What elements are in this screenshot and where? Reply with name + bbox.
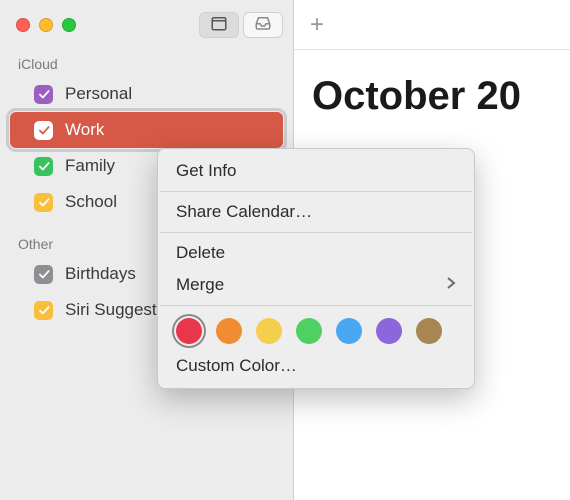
month-title: October 20 [312, 74, 521, 119]
calendar-context-menu: Get Info Share Calendar… Delete Merge Cu… [157, 148, 475, 389]
calendars-toggle-button[interactable] [199, 12, 239, 38]
calendar-visibility-checkbox[interactable] [34, 157, 53, 176]
color-swatch[interactable] [256, 318, 282, 344]
add-event-button[interactable]: + [310, 11, 324, 39]
menu-item-label: Get Info [176, 161, 236, 181]
calendar-name-label: Birthdays [65, 264, 136, 284]
calendar-list-item[interactable]: Personal [0, 76, 293, 112]
calendar-name-label: Work [65, 120, 104, 140]
calendar-visibility-checkbox[interactable] [34, 193, 53, 212]
calendar-name-label: Personal [65, 84, 132, 104]
close-window-button[interactable] [16, 18, 30, 32]
calendar-visibility-checkbox[interactable] [34, 121, 53, 140]
color-swatch-row [158, 310, 474, 350]
submenu-chevron-icon [446, 275, 456, 295]
main-toolbar: + [294, 0, 570, 50]
menu-separator [160, 305, 472, 306]
calendar-visibility-checkbox[interactable] [34, 301, 53, 320]
calendar-name-label: School [65, 192, 117, 212]
menu-item-label: Delete [176, 243, 225, 263]
calendar-icon [210, 14, 228, 37]
zoom-window-button[interactable] [62, 18, 76, 32]
menu-item-get-info[interactable]: Get Info [158, 155, 474, 187]
menu-item-label: Custom Color… [176, 356, 297, 376]
window-controls [16, 18, 76, 32]
calendar-visibility-checkbox[interactable] [34, 85, 53, 104]
menu-separator [160, 232, 472, 233]
menu-item-label: Merge [176, 275, 224, 295]
color-swatch[interactable] [176, 318, 202, 344]
color-swatch[interactable] [336, 318, 362, 344]
calendar-list-item[interactable]: Work [10, 112, 283, 148]
menu-separator [160, 191, 472, 192]
color-swatch[interactable] [376, 318, 402, 344]
sidebar-toolbar [0, 0, 293, 50]
calendar-name-label: Family [65, 156, 115, 176]
inbox-button[interactable] [243, 12, 283, 38]
window: iCloudPersonalWorkFamilySchoolOtherBirth… [0, 0, 570, 500]
minimize-window-button[interactable] [39, 18, 53, 32]
plus-icon: + [310, 11, 324, 38]
section-header: iCloud [0, 50, 293, 76]
menu-item-delete[interactable]: Delete [158, 237, 474, 269]
color-swatch[interactable] [216, 318, 242, 344]
color-swatch[interactable] [296, 318, 322, 344]
menu-item-merge[interactable]: Merge [158, 269, 474, 301]
calendar-visibility-checkbox[interactable] [34, 265, 53, 284]
menu-item-share-calendar[interactable]: Share Calendar… [158, 196, 474, 228]
menu-item-label: Share Calendar… [176, 202, 312, 222]
toolbar-buttons [199, 12, 283, 38]
tray-icon [254, 14, 272, 37]
color-swatch[interactable] [416, 318, 442, 344]
menu-item-custom-color[interactable]: Custom Color… [158, 350, 474, 382]
